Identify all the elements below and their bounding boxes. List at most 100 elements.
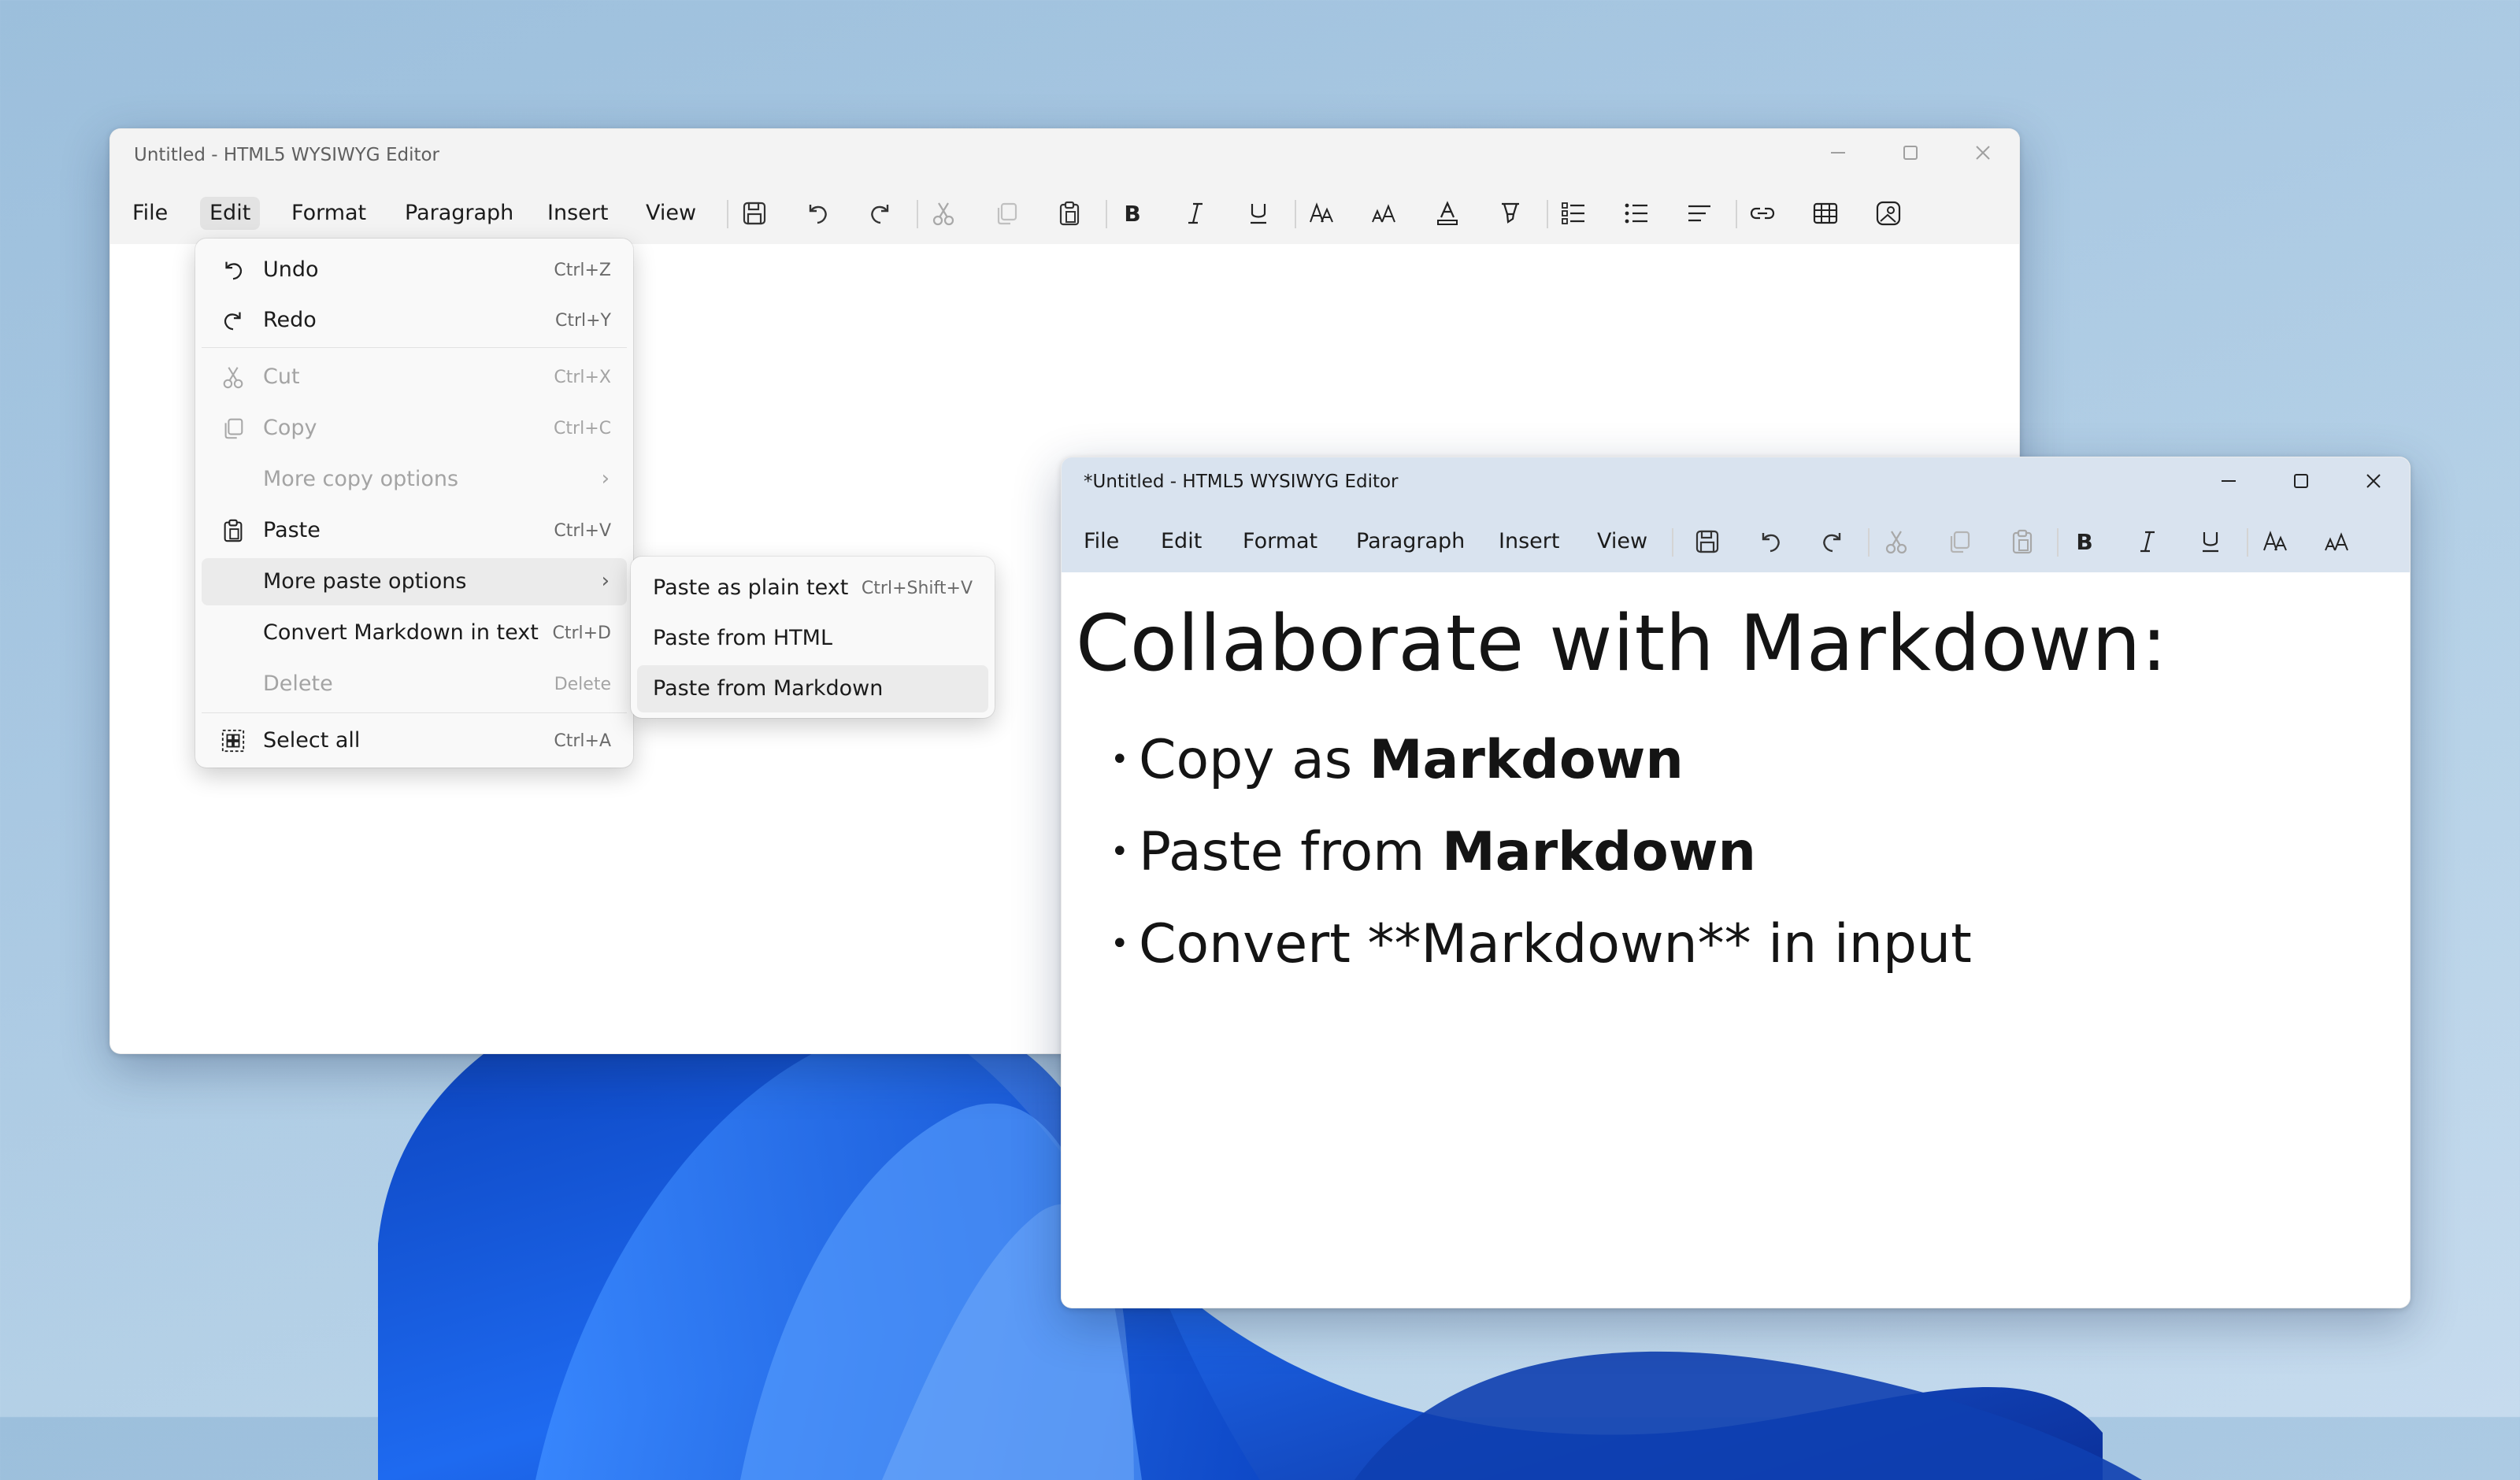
menu-item-more-copy-options[interactable]: More copy options › [202,456,627,503]
table-button[interactable] [1802,195,1849,231]
menu-view[interactable]: View [636,197,706,230]
menu-item-shortcut: Ctrl+Z [554,261,611,280]
cut-icon [1885,531,1907,554]
cut-icon [219,363,247,391]
bullet-list-button[interactable] [1613,195,1660,231]
font-size-button[interactable] [1361,195,1408,231]
menu-item-convert-markdown[interactable]: Convert Markdown in text Ctrl+D [202,609,627,657]
redo-icon [1823,533,1841,553]
edit-menu-dropdown: Undo Ctrl+Z Redo Ctrl+Y Cut Ctrl+X Copy … [195,239,633,768]
numbered-list-button[interactable] [1550,195,1597,231]
undo-button[interactable] [1747,524,1794,560]
font-button[interactable] [1298,195,1345,231]
menu-item-shortcut: Ctrl+Shift+V [861,579,973,598]
image-button[interactable] [1865,195,1912,231]
menu-format[interactable]: Format [282,197,376,230]
title-bar[interactable]: *Untitled - HTML5 WYSIWYG Editor [1062,457,2410,509]
menu-item-label: Delete [263,672,333,696]
redo-button[interactable] [1809,524,1856,560]
menu-edit[interactable]: Edit [1151,525,1211,558]
menu-paragraph[interactable]: Paragraph [1347,525,1474,558]
toolbar-separator [2057,528,2059,557]
cut-button[interactable] [1873,524,1920,560]
menu-item-undo[interactable]: Undo Ctrl+Z [202,246,627,294]
undo-button[interactable] [794,195,841,231]
menu-item-shortcut: Ctrl+X [554,368,611,387]
font-size-icon [1372,204,1395,223]
minimize-icon [2222,480,2236,482]
menu-item-copy[interactable]: Copy Ctrl+C [202,405,627,452]
cut-button[interactable] [920,195,967,231]
menu-item-label: Paste [263,518,321,542]
align-button[interactable] [1676,195,1723,231]
toolbar-separator [1672,528,1673,557]
front-editor-window[interactable]: *Untitled - HTML5 WYSIWYG Editor File Ed… [1061,457,2411,1308]
chevron-right-icon: › [601,569,610,593]
document-heading: Collaborate with Markdown: [1076,599,2168,689]
list-item-bold-text: Markdown [1442,821,1756,883]
menu-item-redo[interactable]: Redo Ctrl+Y [202,297,627,344]
list-item: • Convert **Markdown** in input [1110,898,1972,990]
menu-format[interactable]: Format [1233,525,1327,558]
menu-file[interactable]: File [1074,525,1128,558]
save-button[interactable] [731,195,778,231]
menu-item-select-all[interactable]: Select all Ctrl+A [202,717,627,764]
table-icon [1813,202,1838,224]
menu-item-shortcut: Ctrl+Y [554,311,611,331]
menu-insert[interactable]: Insert [1489,525,1569,558]
redo-icon [219,306,247,335]
menu-view[interactable]: View [1588,525,1657,558]
menu-item-more-paste-options[interactable]: More paste options › [202,558,627,605]
copy-button[interactable] [983,195,1030,231]
highlight-button[interactable] [1487,195,1534,231]
menu-paragraph[interactable]: Paragraph [395,197,523,230]
list-item-text: Paste from [1139,821,1443,883]
menu-item-paste[interactable]: Paste Ctrl+V [202,507,627,554]
redo-button[interactable] [857,195,904,231]
underline-button[interactable] [1235,195,1282,231]
cut-icon [932,202,954,226]
underline-button[interactable] [2187,524,2234,560]
menu-separator [202,347,627,348]
minimize-button[interactable] [2192,457,2265,505]
menu-item-label: Copy [263,416,317,440]
bold-button[interactable]: B [1109,195,1156,231]
paste-options-submenu: Paste as plain text Ctrl+Shift+V Paste f… [631,557,995,718]
menu-item-paste-from-html[interactable]: Paste from HTML [637,615,988,662]
bullet-icon: • [1110,926,1129,962]
menu-item-delete[interactable]: Delete Delete [202,660,627,708]
maximize-button[interactable] [1874,129,1947,176]
italic-button[interactable] [1172,195,1219,231]
menu-item-paste-from-markdown[interactable]: Paste from Markdown [637,665,988,712]
menu-file[interactable]: File [123,197,177,230]
bold-button[interactable]: B [2061,524,2108,560]
window-title: *Untitled - HTML5 WYSIWYG Editor [1084,472,1399,492]
bullet-icon: • [1110,742,1129,778]
menu-item-cut[interactable]: Cut Ctrl+X [202,353,627,401]
copy-button[interactable] [1936,524,1983,560]
redo-icon [871,205,889,224]
menu-separator [202,712,627,713]
menu-item-paste-plain-text[interactable]: Paste as plain text Ctrl+Shift+V [637,564,988,612]
editor-content-area[interactable]: Collaborate with Markdown: • Copy as Mark… [1062,572,2410,1308]
paste-button[interactable] [1046,195,1093,231]
close-button[interactable] [2337,457,2410,505]
menu-item-label: Paste from Markdown [653,676,884,701]
font-size-button[interactable] [2314,524,2361,560]
menu-edit[interactable]: Edit [200,197,261,230]
close-button[interactable] [1947,129,2019,176]
menu-toolbar-bar: File Edit Format Paragraph Insert View B [1062,509,2410,572]
paste-button[interactable] [1999,524,2046,560]
minimize-button[interactable] [1802,129,1874,176]
menu-insert[interactable]: Insert [538,197,617,230]
title-bar[interactable]: Untitled - HTML5 WYSIWYG Editor [110,129,2019,181]
align-left-icon [1688,205,1710,222]
toolbar-separator [1868,528,1870,557]
maximize-button[interactable] [2265,457,2337,505]
font-color-button[interactable] [1424,195,1471,231]
font-button[interactable] [2251,524,2299,560]
italic-button[interactable] [2124,524,2171,560]
menu-item-label: Paste from HTML [653,626,833,650]
save-button[interactable] [1684,524,1731,560]
link-button[interactable] [1739,195,1786,231]
